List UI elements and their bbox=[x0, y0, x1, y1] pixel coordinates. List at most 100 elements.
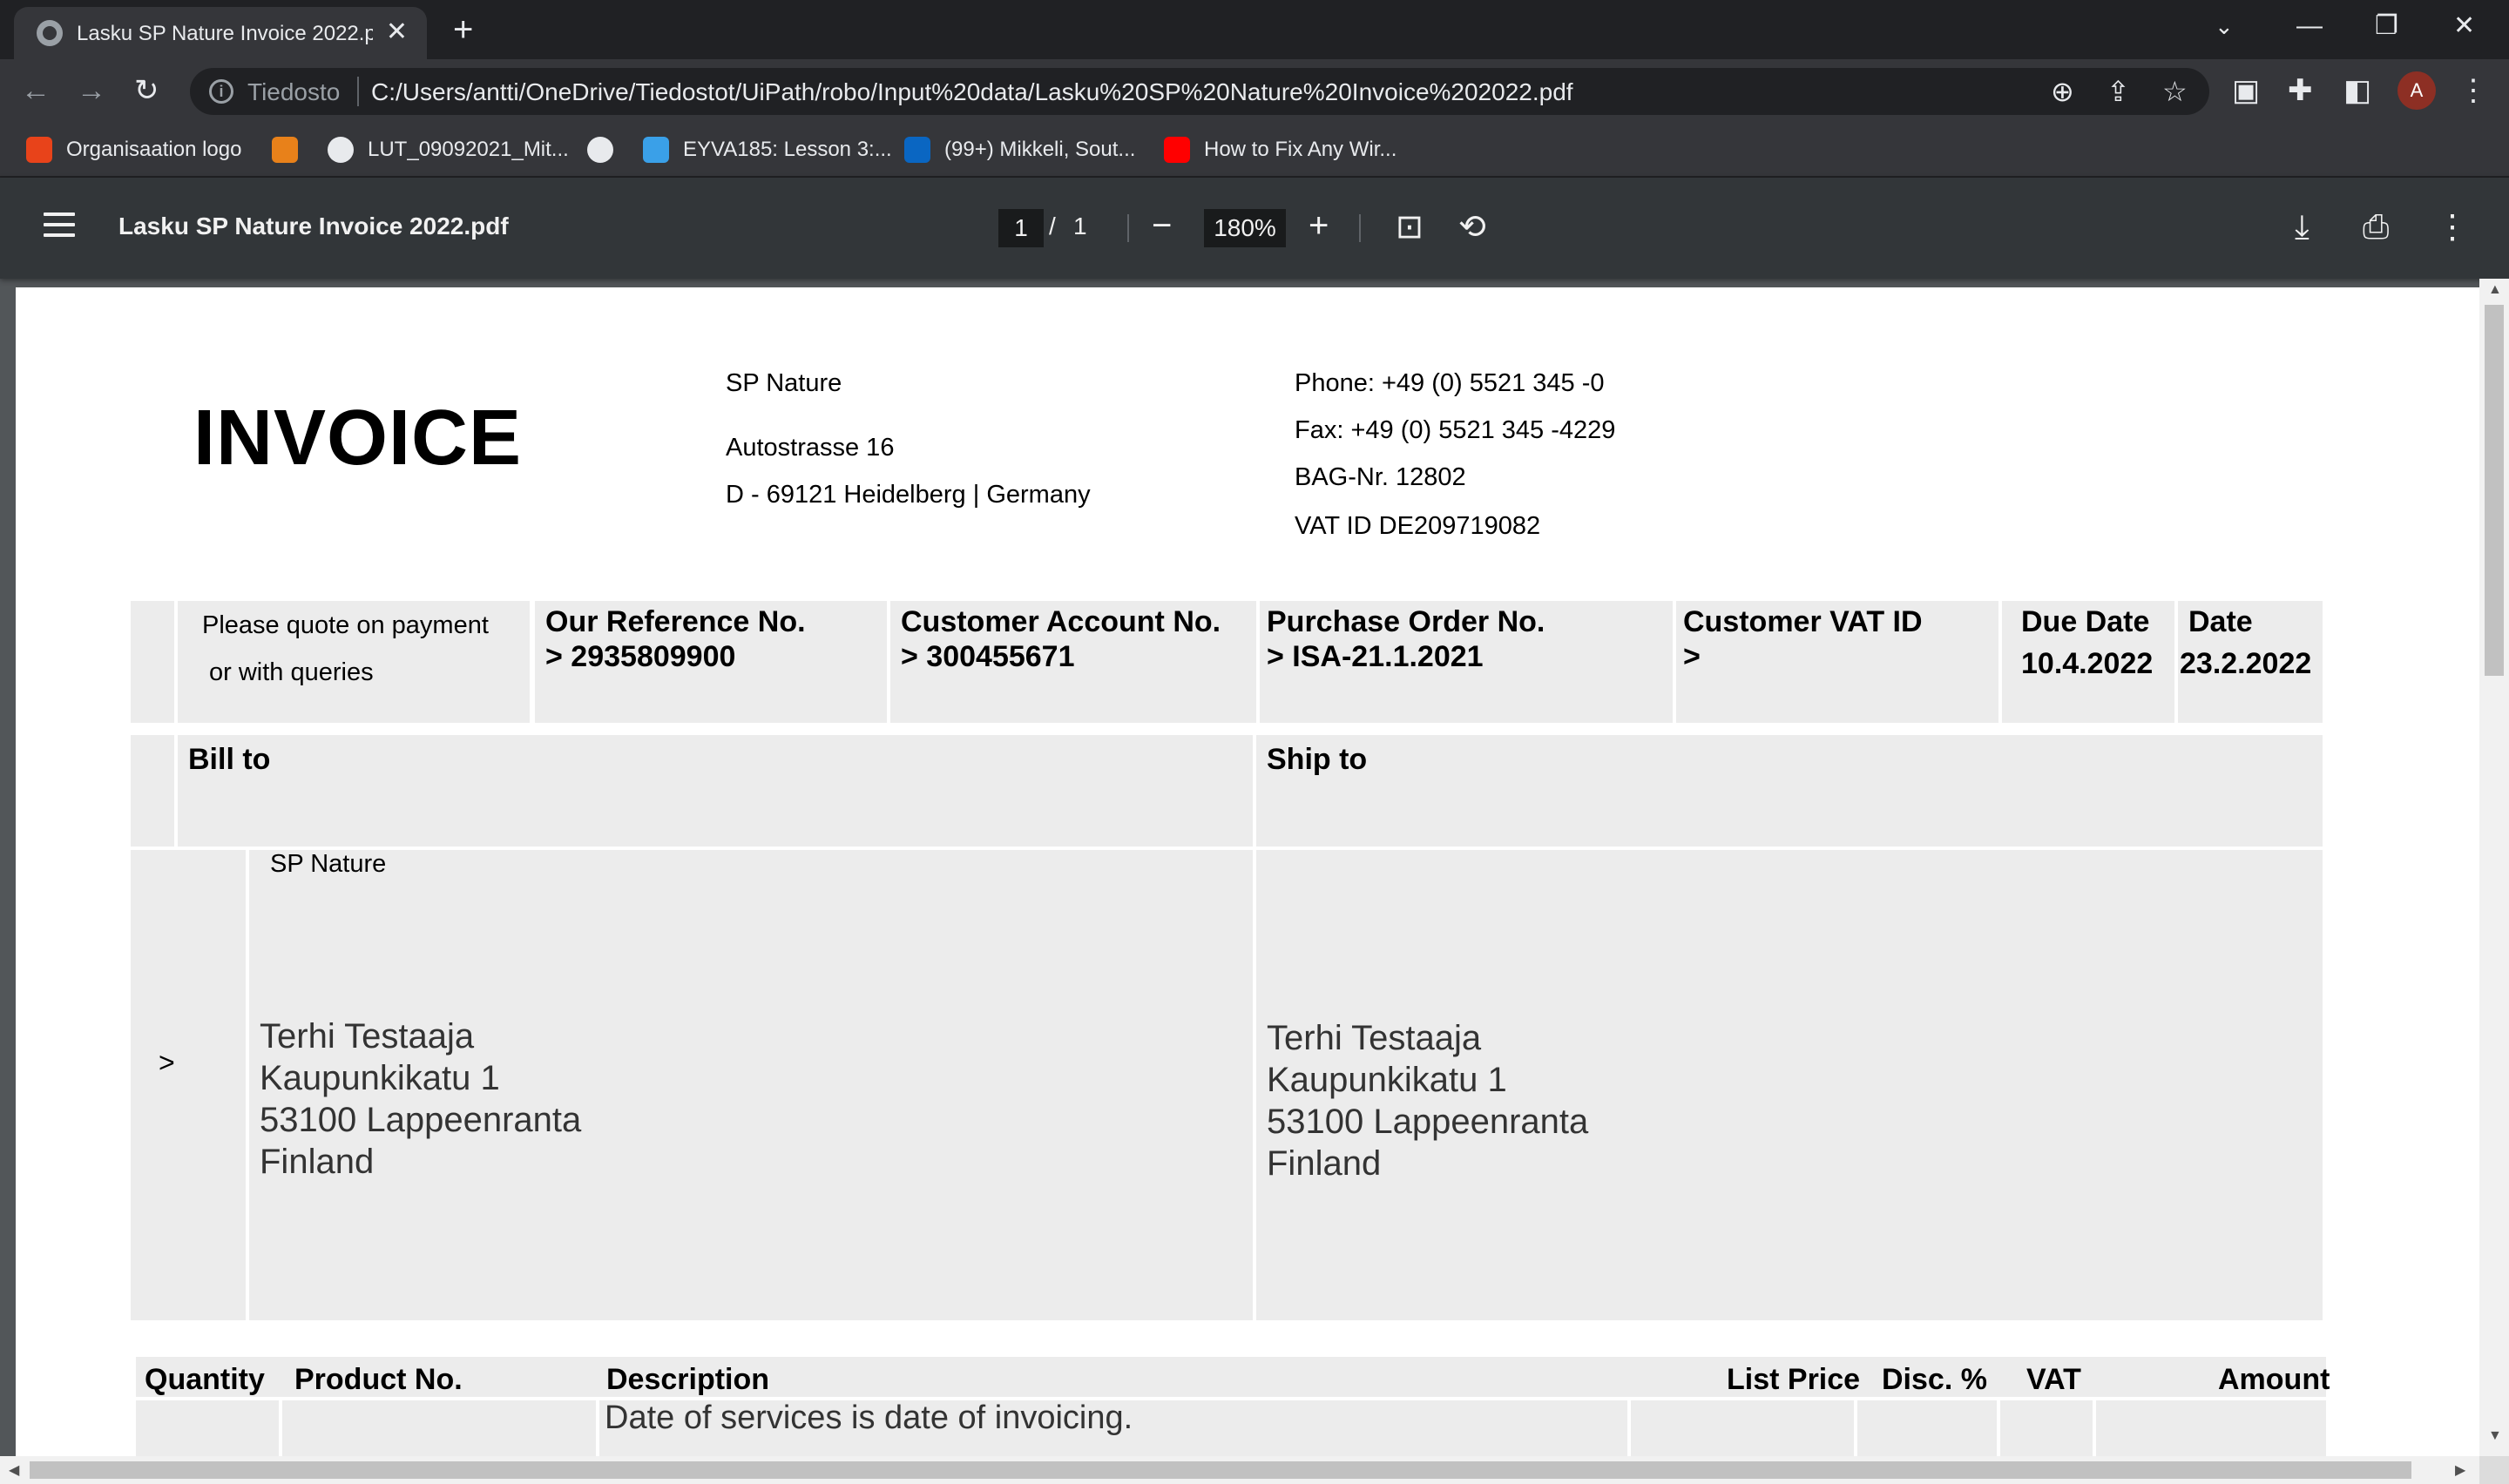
col-product-no: Product No. bbox=[294, 1363, 463, 1396]
bookmark-label: EYVA185: Lesson 3:... bbox=[683, 138, 892, 161]
bill-to-header-cell: Bill to bbox=[178, 735, 1253, 847]
tab-close-icon[interactable]: ✕ bbox=[386, 17, 408, 48]
item-disc-cell bbox=[1857, 1400, 1997, 1458]
profile-avatar[interactable]: A bbox=[2397, 71, 2436, 110]
col-quantity: Quantity bbox=[145, 1363, 265, 1396]
item-vat-cell bbox=[2000, 1400, 2093, 1458]
new-tab-button[interactable]: + bbox=[453, 10, 473, 49]
ship-to-body-cell: Terhi Testaaja Kaupunkikatu 1 53100 Lapp… bbox=[1256, 850, 2323, 1320]
bookmark-label: How to Fix Any Wir... bbox=[1204, 138, 1397, 161]
quote-line-1: Please quote on payment bbox=[202, 611, 489, 639]
col-disc: Disc. % bbox=[1882, 1363, 1987, 1396]
bookmark-label: LUT_09092021_Mit... bbox=[368, 138, 569, 161]
bookmarks-bar: Organisaation logo LUT_09092021_Mit... E… bbox=[0, 124, 2509, 178]
scroll-left-icon[interactable]: ◀ bbox=[9, 1461, 19, 1479]
tab-strip: Lasku SP Nature Invoice 2022.pdf ✕ + ⌄ —… bbox=[0, 0, 2509, 59]
tab-search-chevron-icon[interactable]: ⌄ bbox=[2215, 7, 2234, 45]
linkedin-icon bbox=[904, 137, 930, 163]
bookmark-label: Organisaation logo bbox=[66, 138, 242, 161]
sidepanel-icon[interactable]: ◧ bbox=[2343, 71, 2371, 110]
our-reference-cell: Our Reference No. > 2935809900 bbox=[535, 601, 887, 723]
customer-vat-value: > bbox=[1683, 640, 1701, 673]
site-info-icon[interactable]: i bbox=[209, 79, 233, 104]
scroll-down-icon[interactable]: ▼ bbox=[2488, 1428, 2502, 1444]
our-reference-label: Our Reference No. bbox=[545, 605, 806, 638]
pdf-page: INVOICE SP Nature Autostrasse 16 D - 691… bbox=[16, 287, 2479, 1458]
browser-tab[interactable]: Lasku SP Nature Invoice 2022.pdf ✕ bbox=[14, 7, 427, 59]
minimize-button[interactable]: — bbox=[2296, 7, 2323, 45]
company-fax: Fax: +49 (0) 5521 345 -4229 bbox=[1295, 416, 1616, 444]
customer-vat-label: Customer VAT ID bbox=[1683, 605, 1923, 638]
purchase-order-cell: Purchase Order No. > ISA-21.1.2021 bbox=[1260, 601, 1673, 723]
quote-line-2: or with queries bbox=[209, 658, 374, 686]
pdf-menu-icon[interactable] bbox=[44, 212, 75, 237]
ship-to-label: Ship to bbox=[1267, 743, 1368, 776]
ref-margin-cell bbox=[131, 601, 174, 723]
item-amount-cell bbox=[2096, 1400, 2326, 1458]
bookmark-in[interactable] bbox=[272, 131, 312, 169]
globe-icon bbox=[328, 137, 354, 163]
bookmark-lut[interactable]: LUT_09092021_Mit... bbox=[328, 131, 569, 169]
bill-to-name: Terhi Testaaja bbox=[260, 1017, 475, 1056]
horizontal-scrollbar[interactable]: ◀ ▶ bbox=[0, 1456, 2479, 1484]
vertical-scroll-thumb[interactable] bbox=[2485, 305, 2504, 676]
bookmark-linkedin[interactable]: (99+) Mikkeli, Sout... bbox=[904, 131, 1135, 169]
download-icon[interactable]: ⤓ bbox=[2295, 206, 2309, 249]
item-description: Date of services is date of invoicing. bbox=[605, 1400, 1133, 1436]
address-bar[interactable]: i Tiedosto C:/Users/antti/OneDrive/Tiedo… bbox=[190, 68, 2209, 115]
page-total: 1 bbox=[1073, 212, 1087, 239]
zoom-icon[interactable]: ⊕ bbox=[2051, 75, 2074, 108]
page-number-input[interactable]: 1 bbox=[998, 209, 1044, 247]
due-date-cell: Due Date 10.4.2022 bbox=[2002, 601, 2174, 723]
s-icon bbox=[643, 137, 669, 163]
address-margin-cell bbox=[131, 735, 174, 847]
zoom-out-button[interactable]: − bbox=[1152, 204, 1172, 247]
purchase-order-label: Purchase Order No. bbox=[1267, 605, 1545, 638]
page-separator: / bbox=[1049, 212, 1056, 239]
back-button[interactable]: ← bbox=[21, 71, 51, 110]
browser-menu-icon[interactable]: ⋮ bbox=[2458, 71, 2488, 110]
bill-to-company: SP Nature bbox=[270, 850, 387, 878]
item-description-cell: Date of services is date of invoicing. bbox=[599, 1400, 1627, 1458]
date-cell: Date 23.2.2022 bbox=[2178, 601, 2323, 723]
our-reference-value: > 2935809900 bbox=[545, 640, 736, 673]
pdf-title: Lasku SP Nature Invoice 2022.pdf bbox=[118, 212, 509, 239]
restore-button[interactable]: ❐ bbox=[2375, 7, 2398, 45]
extension-icon[interactable]: ▣ bbox=[2232, 71, 2260, 110]
puzzle-icon[interactable]: ✚ bbox=[2288, 71, 2313, 110]
horizontal-scroll-thumb[interactable] bbox=[30, 1461, 2411, 1479]
bookmark-youtube[interactable]: How to Fix Any Wir... bbox=[1164, 131, 1397, 169]
bookmark-organisaation-logo[interactable]: Organisaation logo bbox=[26, 131, 241, 169]
bookmark-globe[interactable] bbox=[587, 131, 627, 169]
bookmark-eyva185[interactable]: EYVA185: Lesson 3:... bbox=[643, 131, 892, 169]
forward-button[interactable]: → bbox=[77, 71, 106, 110]
col-description: Description bbox=[606, 1363, 770, 1396]
rotate-icon[interactable]: ⟲ bbox=[1458, 206, 1486, 249]
fit-page-icon[interactable]: ⊡ bbox=[1396, 206, 1424, 249]
print-icon[interactable]: ⎙ bbox=[2363, 206, 2389, 249]
bill-to-label: Bill to bbox=[188, 743, 271, 776]
browser-toolbar: ← → ↻ i Tiedosto C:/Users/antti/OneDrive… bbox=[0, 59, 2509, 124]
share-icon[interactable]: ⇪ bbox=[2107, 75, 2130, 108]
url-separator bbox=[357, 77, 359, 106]
vertical-scrollbar[interactable]: ▲ ▼ bbox=[2479, 279, 2509, 1461]
url-text[interactable]: C:/Users/antti/OneDrive/Tiedostot/UiPath… bbox=[371, 78, 1573, 106]
scroll-up-icon[interactable]: ▲ bbox=[2488, 282, 2502, 298]
company-vat: VAT ID DE209719082 bbox=[1295, 512, 1541, 540]
customer-account-cell: Customer Account No. > 300455671 bbox=[890, 601, 1256, 723]
star-icon[interactable]: ☆ bbox=[2162, 75, 2188, 108]
col-amount: Amount bbox=[2218, 1363, 2330, 1396]
pdf-more-icon[interactable]: ⋮ bbox=[2436, 206, 2469, 249]
company-city: D - 69121 Heidelberg | Germany bbox=[726, 481, 1091, 509]
zoom-in-button[interactable]: + bbox=[1309, 204, 1329, 247]
tab-title: Lasku SP Nature Invoice 2022.pdf bbox=[77, 22, 373, 45]
quote-cell: Please quote on payment or with queries bbox=[178, 601, 530, 723]
zoom-level-input[interactable]: 180% bbox=[1204, 209, 1286, 247]
close-window-button[interactable]: ✕ bbox=[2453, 7, 2475, 45]
ship-to-name: Terhi Testaaja bbox=[1267, 1019, 1482, 1057]
scroll-right-icon[interactable]: ▶ bbox=[2455, 1461, 2465, 1479]
site-icon bbox=[272, 137, 298, 163]
bill-to-city: 53100 Lappeenranta bbox=[260, 1101, 582, 1139]
due-date-label: Due Date bbox=[2021, 605, 2150, 638]
reload-button[interactable]: ↻ bbox=[134, 71, 159, 110]
